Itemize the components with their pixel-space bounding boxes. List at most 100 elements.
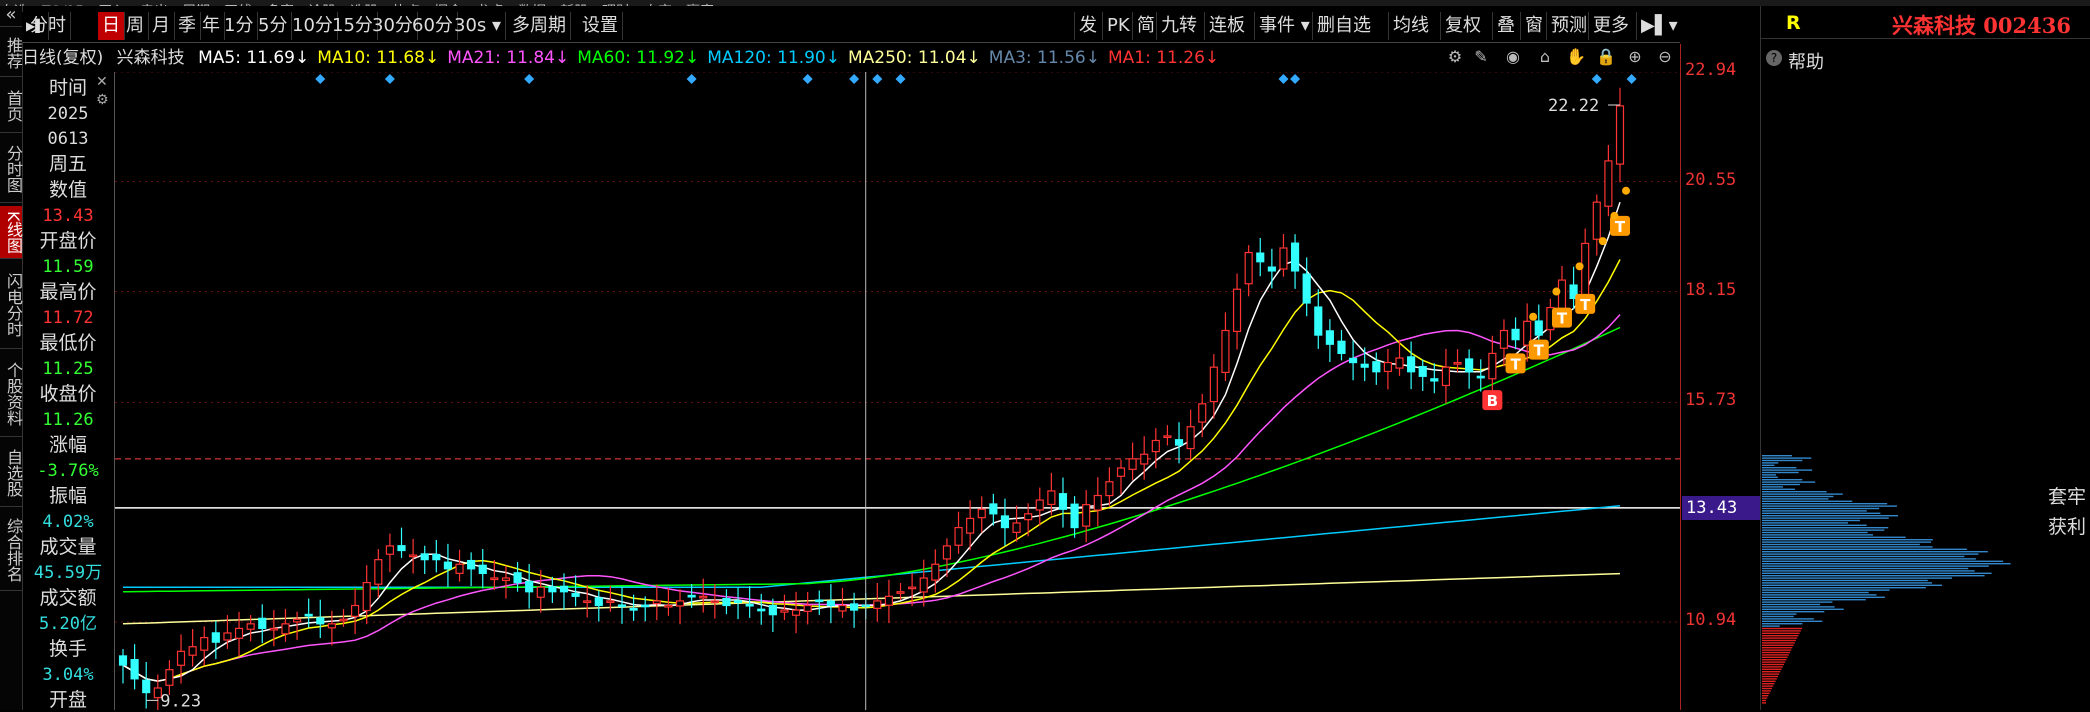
chart-tool-button[interactable]: 预测 [1546, 12, 1591, 40]
chart-tool-button[interactable]: 发 [1074, 12, 1101, 40]
top-menu-item[interactable]: 赢家 [686, 1, 714, 6]
chip-bar [1762, 567, 1969, 570]
chip-bar [1762, 471, 1799, 474]
period-tab[interactable]: 设置 [578, 12, 623, 40]
signal-badge-label: T [1557, 310, 1568, 328]
eye-icon[interactable]: ◉ [1504, 48, 1522, 66]
chart-tool-button[interactable]: 更多 [1588, 12, 1633, 40]
chart-tool-button[interactable]: 窗 [1520, 12, 1547, 40]
period-tab[interactable]: 季 [174, 12, 201, 40]
chart-tool-button[interactable]: 叠 [1492, 12, 1519, 40]
zoom-out-icon[interactable]: ⊖ [1656, 48, 1674, 66]
play-icon[interactable]: ▶▌ [22, 12, 49, 40]
bank-icon[interactable]: ⌂ [1536, 48, 1554, 66]
candle-body [1256, 252, 1265, 263]
kline-chart[interactable]: 22.229.23BTTTTT [115, 72, 1680, 710]
candle-body [142, 679, 151, 694]
ma-legend-item[interactable]: MA21: 11.84 [447, 48, 569, 68]
settings-icon[interactable]: ⚙ [1446, 48, 1464, 66]
top-menu-item[interactable]: 理财 [602, 1, 630, 6]
data-label: 振幅 [48, 485, 87, 507]
left-nav-item[interactable]: 推荐 [0, 30, 23, 77]
top-menu-item[interactable]: 买入 [98, 1, 126, 6]
chart-tool-button[interactable]: 均线 [1388, 12, 1433, 40]
chip-bar [1762, 647, 1793, 649]
top-menu-item[interactable]: 热点 [392, 1, 420, 6]
chart-tool-button[interactable]: 复权 [1440, 12, 1485, 40]
top-menu-item[interactable]: 选股 [350, 1, 378, 6]
top-menu-item[interactable]: 掘金 [434, 1, 462, 6]
top-menu-item[interactable]: 卖出 [140, 1, 168, 6]
price-axis-label: 22.94 [1685, 60, 1737, 80]
top-menu-item[interactable]: 多窗 [266, 1, 294, 6]
top-menu-item[interactable]: 论股 [308, 1, 336, 6]
code-letter: R [1786, 12, 1801, 34]
ma-legend-item[interactable]: MA250: 11.04 [848, 48, 981, 68]
top-menu-item[interactable]: 数据 [518, 1, 546, 6]
data-value: 45.59万 [33, 563, 103, 583]
collapse-nav-button[interactable]: « [0, 6, 22, 27]
ma-legend-item[interactable]: MA1: 11.26 [1108, 48, 1219, 68]
ma-legend-item[interactable]: MA5: 11.69 [198, 48, 309, 68]
period-toolbar: 分时日周月季年 1分 5分 10分 15分 30分 60分 30s ▾ 多周期 设置 ▶▌ 发 PK 简九… [22, 12, 1680, 43]
chart-tool-button[interactable]: PK [1102, 12, 1134, 40]
chart-tool-button[interactable]: 事件 ▾ [1254, 12, 1314, 40]
chip-bar [1762, 685, 1774, 687]
zoom-in-icon[interactable]: ⊕ [1626, 48, 1644, 66]
candle-body [1070, 503, 1079, 529]
top-menu-item[interactable]: 画线 [224, 1, 252, 6]
chart-tool-button[interactable]: 简 [1132, 12, 1159, 40]
left-nav-item[interactable]: 个股资料 [0, 352, 23, 437]
lock-icon[interactable]: 🔒 [1596, 48, 1616, 66]
chip-bar [1762, 572, 1992, 574]
data-value: 3.04% [42, 665, 94, 685]
ma-legend-item[interactable]: MA120: 11.90 [707, 48, 840, 68]
event-marker [1591, 74, 1602, 84]
period-tab[interactable]: 日 [98, 12, 125, 40]
chip-bar [1762, 579, 1928, 582]
period-tab[interactable]: 1分 [220, 12, 259, 40]
candle-body [1465, 358, 1474, 373]
data-value: 11.59 [42, 257, 94, 277]
chart-tool-button[interactable]: 连板 [1204, 12, 1249, 40]
top-menu-item[interactable]: TO/15 [42, 4, 84, 6]
period-tab[interactable]: 多周期 [508, 12, 571, 40]
chip-bar [1762, 507, 1880, 510]
hand-icon[interactable]: ✋ [1566, 48, 1586, 66]
left-nav-item[interactable]: 综合排名 [0, 510, 23, 591]
candle-body [1105, 481, 1114, 497]
candle-body [1592, 201, 1601, 240]
trail-dot [1622, 186, 1630, 195]
period-tab[interactable]: 月 [148, 12, 175, 40]
period-tab[interactable]: 周 [122, 12, 149, 40]
chart-tool-button[interactable]: 删自选 [1312, 12, 1375, 40]
period-tab[interactable]: 5分 [254, 12, 293, 40]
chart-tool-button[interactable]: ▶▌▾ [1636, 12, 1682, 40]
left-nav-item[interactable]: 自选股 [0, 440, 23, 507]
price-axis-label: 15.73 [1685, 390, 1737, 411]
top-menu-item[interactable]: 自定 [644, 1, 672, 6]
chart-tool-button[interactable]: 九转 [1156, 12, 1201, 40]
left-nav-item[interactable]: 首页 [0, 80, 23, 133]
trail-dot [1552, 287, 1561, 296]
candle-body [1349, 357, 1358, 364]
period-tab[interactable]: 30s ▾ [450, 12, 507, 40]
left-nav-item[interactable]: 分时图 [0, 136, 23, 203]
candle-body [733, 600, 743, 603]
pen-icon[interactable]: ✎ [1472, 48, 1490, 66]
chip-bar [1762, 543, 1920, 546]
top-menu-item[interactable]: 龙虎 [476, 1, 504, 6]
ma-legend-item[interactable]: MA60: 11.92 [577, 48, 699, 68]
top-menu-item[interactable]: 周期 [182, 1, 210, 6]
chip-bar [1762, 481, 1816, 483]
left-nav-item[interactable]: 闪电分时 [0, 262, 23, 349]
candle-body [1372, 361, 1381, 373]
ma-legend-item[interactable]: MA10: 11.68 [317, 48, 439, 68]
top-menu-item[interactable]: 新股 [560, 1, 588, 6]
left-nav-item[interactable]: K线图 [0, 206, 23, 259]
chip-bar [1762, 668, 1782, 670]
candle-body [1209, 366, 1218, 403]
ma-legend-item[interactable]: MA3: 11.56 [989, 48, 1100, 68]
chip-bar [1762, 503, 1888, 505]
chip-bar [1762, 608, 1844, 610]
